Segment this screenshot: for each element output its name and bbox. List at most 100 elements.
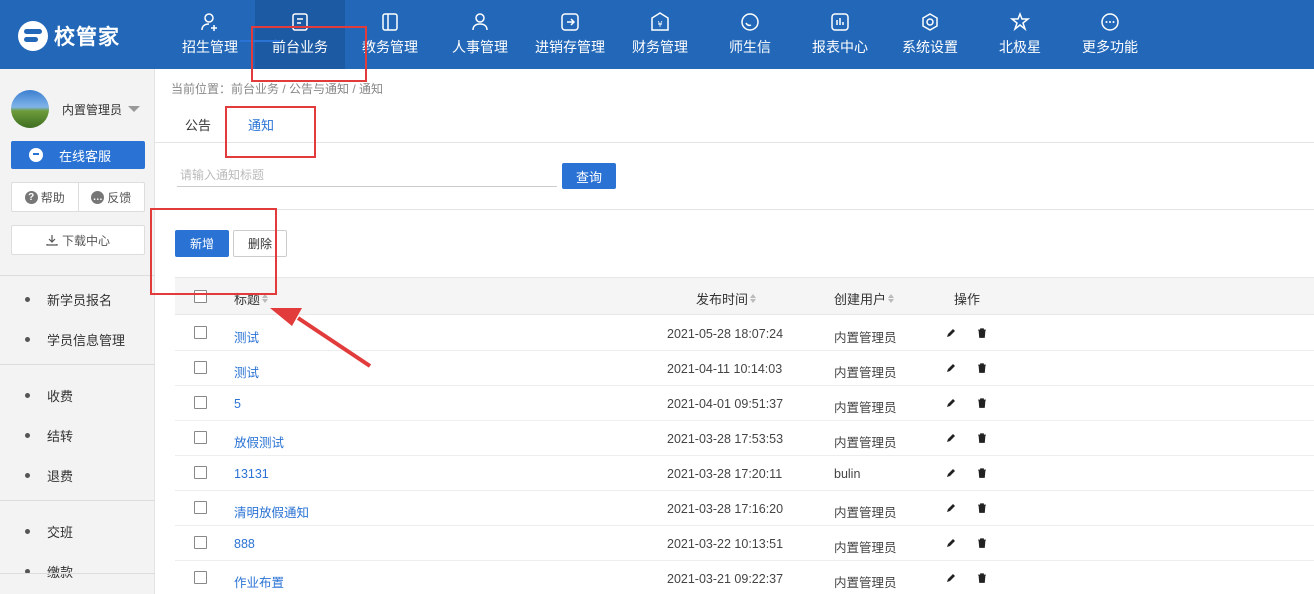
row-title-link[interactable]: 5 (234, 397, 241, 411)
feedback-icon: … (91, 190, 105, 204)
menu-item-charge[interactable]: 收费 (25, 386, 73, 405)
logo-icon (18, 21, 48, 51)
edit-icon[interactable] (945, 397, 957, 409)
menu-label: 收费 (47, 389, 74, 404)
caret-down-icon (128, 106, 141, 112)
menu-divider (0, 573, 155, 574)
row-title-link[interactable]: 13131 (234, 467, 269, 481)
annotation-box-tab (225, 106, 316, 158)
more-icon (1100, 12, 1120, 32)
trash-icon[interactable] (976, 537, 988, 549)
table-row: 13131 2021-03-28 17:20:11 bulin (175, 456, 1314, 491)
menu-divider (0, 500, 155, 501)
menu-item-payment[interactable]: 缴款 (25, 562, 73, 581)
edit-icon[interactable] (945, 572, 957, 584)
edit-icon[interactable] (945, 537, 957, 549)
menu-label: 退费 (47, 469, 74, 484)
nav-item-inventory[interactable]: 进销存管理 (525, 0, 615, 69)
row-creator: 内置管理员 (834, 541, 897, 555)
row-creator: 内置管理员 (834, 331, 897, 345)
bullet (25, 529, 30, 534)
row-title-link[interactable]: 测试 (234, 327, 259, 346)
app-logo[interactable]: 校管家 (18, 20, 120, 52)
sort-icon (262, 294, 269, 303)
row-creator: 内置管理员 (834, 576, 897, 590)
nav-item-settings[interactable]: 系统设置 (885, 0, 975, 69)
trash-icon[interactable] (976, 572, 988, 584)
online-service-button[interactable]: 在线客服 (11, 141, 145, 169)
logo-text: 校管家 (54, 26, 120, 49)
service-icon (29, 148, 43, 162)
nav-item-messages[interactable]: 师生信 (705, 0, 795, 69)
nav-item-recruitment[interactable]: 招生管理 (165, 0, 255, 69)
table-row: 测试 2021-04-11 10:14:03 内置管理员 (175, 351, 1314, 386)
menu-item-refund[interactable]: 退费 (25, 466, 73, 485)
row-title-link[interactable]: 888 (234, 537, 255, 551)
row-title-link[interactable]: 作业布置 (234, 572, 284, 591)
row-publish-time: 2021-03-21 09:22:37 (667, 572, 784, 586)
row-checkbox[interactable] (194, 571, 207, 584)
download-center-button[interactable]: 下载中心 (11, 225, 145, 255)
nav-item-finance[interactable]: ¥ 财务管理 (615, 0, 705, 69)
row-checkbox[interactable] (194, 431, 207, 444)
online-service-label: 在线客服 (59, 148, 112, 164)
gear-icon (920, 12, 940, 32)
yuan-icon: ¥ (650, 12, 670, 32)
column-user-label: 创建用户 (834, 292, 887, 307)
question-icon: ? (24, 190, 38, 204)
menu-label: 交班 (47, 525, 74, 540)
column-header-user[interactable]: 创建用户 (834, 289, 895, 308)
user-menu[interactable]: 内置管理员 (11, 90, 141, 128)
sidebar: 内置管理员 在线客服 ? 帮助 … 反馈 下载中心 新学员报名 学员信息管理 收费 … (0, 69, 155, 594)
help-button[interactable]: ? 帮助 (12, 183, 79, 211)
trash-icon[interactable] (976, 502, 988, 514)
breadcrumb: 当前位置：前台业务 / 公告与通知 / 通知 (171, 82, 384, 96)
edit-icon[interactable] (945, 502, 957, 514)
row-checkbox[interactable] (194, 466, 207, 479)
sort-icon (750, 294, 757, 303)
nav-label: 人事管理 (452, 39, 508, 55)
tab-announcement[interactable]: 公告 (185, 115, 211, 134)
top-navbar: 校管家 招生管理 前台业务 教务管理 人事管理 进销存管理 ¥ 财务管理 师生信… (0, 0, 1314, 69)
menu-item-new-student[interactable]: 新学员报名 (25, 290, 112, 309)
trash-icon[interactable] (976, 467, 988, 479)
trash-icon[interactable] (976, 327, 988, 339)
row-checkbox[interactable] (194, 501, 207, 514)
edit-icon[interactable] (945, 432, 957, 444)
row-checkbox[interactable] (194, 326, 207, 339)
trash-icon[interactable] (976, 432, 988, 444)
query-button[interactable]: 查询 (562, 163, 616, 189)
row-title-link[interactable]: 测试 (234, 362, 259, 381)
edit-icon[interactable] (945, 327, 957, 339)
nav-label: 更多功能 (1082, 39, 1138, 55)
nav-item-hr[interactable]: 人事管理 (435, 0, 525, 69)
row-creator: 内置管理员 (834, 436, 897, 450)
menu-item-student-info[interactable]: 学员信息管理 (25, 330, 125, 349)
row-title-link[interactable]: 放假测试 (234, 432, 284, 451)
table-row: 作业布置 2021-03-21 09:22:37 内置管理员 (175, 561, 1314, 594)
column-header-time[interactable]: 发布时间 (696, 289, 757, 308)
annotation-box-actions (150, 208, 277, 295)
menu-item-shift[interactable]: 交班 (25, 522, 73, 541)
row-checkbox[interactable] (194, 361, 207, 374)
annotation-box-nav (251, 26, 367, 82)
table-row: 5 2021-04-01 09:51:37 内置管理员 (175, 386, 1314, 421)
menu-item-transfer[interactable]: 结转 (25, 426, 73, 445)
edit-icon[interactable] (945, 362, 957, 374)
trash-icon[interactable] (976, 397, 988, 409)
nav-item-polaris[interactable]: 北极星 (975, 0, 1065, 69)
edit-icon[interactable] (945, 467, 957, 479)
nav-label: 师生信 (729, 39, 771, 55)
row-checkbox[interactable] (194, 396, 207, 409)
help-feedback-row: ? 帮助 … 反馈 (11, 182, 145, 212)
row-title-link[interactable]: 清明放假通知 (234, 502, 309, 521)
search-input[interactable] (177, 163, 557, 187)
nav-item-more[interactable]: 更多功能 (1065, 0, 1155, 69)
feedback-button[interactable]: … 反馈 (79, 183, 145, 211)
avatar (11, 90, 49, 128)
trash-icon[interactable] (976, 362, 988, 374)
row-checkbox[interactable] (194, 536, 207, 549)
bullet (25, 337, 30, 342)
menu-label: 结转 (47, 429, 74, 444)
nav-item-reports[interactable]: 报表中心 (795, 0, 885, 69)
